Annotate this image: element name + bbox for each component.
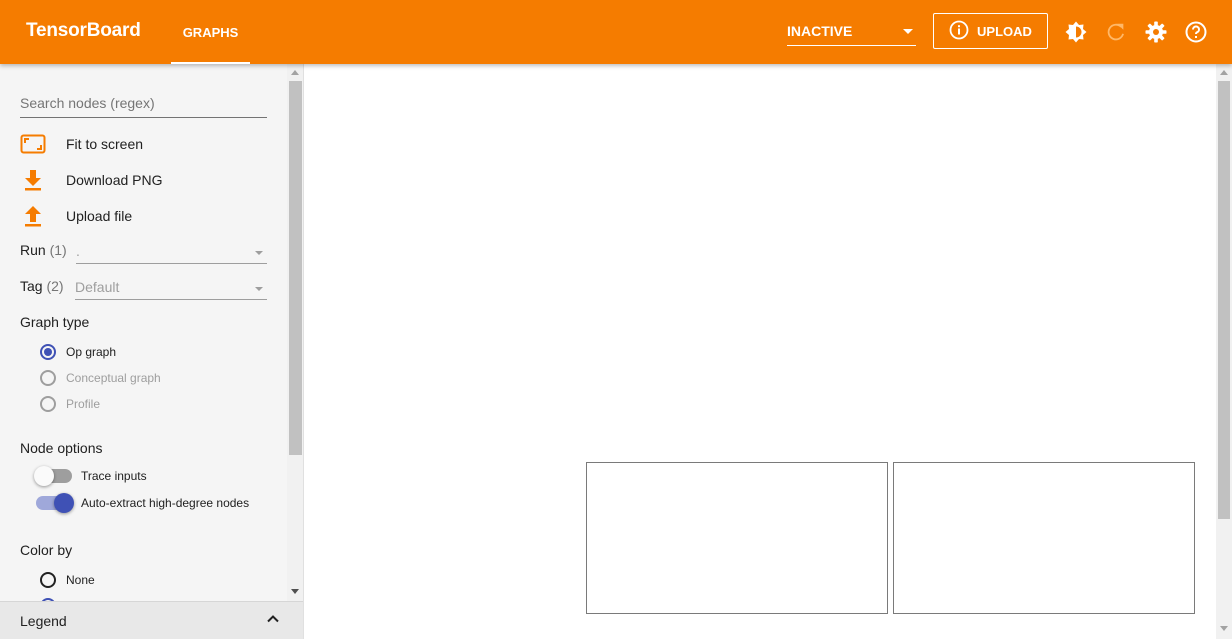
toggle-trace-inputs[interactable]: Trace inputs bbox=[34, 466, 147, 486]
tab-graphs-label: GRAPHS bbox=[182, 24, 239, 40]
run-status-value: INACTIVE bbox=[787, 23, 853, 39]
refresh-icon[interactable] bbox=[1104, 20, 1128, 44]
run-label: Run (1) bbox=[20, 242, 67, 258]
upload-button[interactable]: UPLOAD bbox=[933, 13, 1048, 49]
upload-file-button[interactable]: Upload file bbox=[20, 203, 270, 229]
toggle-trace-inputs-label: Trace inputs bbox=[81, 469, 147, 483]
legend-toggle[interactable]: Legend bbox=[0, 601, 303, 639]
tag-count: (2) bbox=[46, 278, 64, 294]
scroll-up-arrow-icon[interactable] bbox=[1220, 70, 1228, 75]
help-icon[interactable] bbox=[1184, 20, 1208, 44]
radio-unchecked-icon bbox=[40, 572, 56, 588]
minimap-panel[interactable] bbox=[586, 462, 888, 614]
graph-type-title: Graph type bbox=[20, 314, 90, 330]
download-png-label: Download PNG bbox=[66, 172, 163, 188]
radio-profile[interactable]: Profile bbox=[40, 396, 100, 412]
fit-to-screen-label: Fit to screen bbox=[66, 136, 144, 152]
tag-label: Tag (2) bbox=[20, 278, 64, 294]
radio-unchecked-icon bbox=[40, 370, 56, 386]
run-value: . bbox=[76, 243, 80, 259]
radio-op-graph[interactable]: Op graph bbox=[40, 344, 116, 360]
scroll-up-arrow-icon[interactable] bbox=[291, 70, 299, 75]
radio-unchecked-icon bbox=[40, 396, 56, 412]
color-by-title: Color by bbox=[20, 542, 73, 558]
settings-icon[interactable] bbox=[1144, 20, 1168, 44]
node-options-title: Node options bbox=[20, 440, 103, 456]
legend-label: Legend bbox=[20, 613, 67, 629]
radio-conceptual-graph[interactable]: Conceptual graph bbox=[40, 370, 161, 386]
scroll-down-arrow-icon[interactable] bbox=[291, 589, 299, 594]
tab-graphs[interactable]: GRAPHS bbox=[171, 0, 250, 64]
search-placeholder: Search nodes (regex) bbox=[20, 95, 155, 111]
tag-label-text: Tag bbox=[20, 278, 43, 294]
radio-conceptual-graph-label: Conceptual graph bbox=[66, 371, 161, 385]
sidebar-scrollbar-thumb[interactable] bbox=[289, 81, 302, 455]
toggle-track bbox=[34, 466, 72, 486]
app-header: TensorBoard GRAPHS INACTIVE UPLOAD bbox=[0, 0, 1232, 64]
tag-dropdown[interactable]: Default bbox=[75, 276, 267, 300]
chevron-down-icon bbox=[255, 251, 263, 255]
radio-color-none-label: None bbox=[66, 573, 95, 587]
fit-screen-icon bbox=[20, 131, 46, 157]
fit-to-screen-button[interactable]: Fit to screen bbox=[20, 131, 270, 157]
toggle-auto-extract-label: Auto-extract high-degree nodes bbox=[81, 496, 250, 510]
active-tab-indicator bbox=[171, 62, 250, 64]
upload-icon bbox=[20, 203, 46, 229]
search-input[interactable]: Search nodes (regex) bbox=[20, 92, 267, 118]
run-dropdown[interactable]: . bbox=[76, 240, 267, 264]
app-title: TensorBoard bbox=[26, 20, 141, 41]
upload-file-label: Upload file bbox=[66, 208, 133, 224]
chevron-up-icon bbox=[266, 612, 280, 629]
toggle-auto-extract[interactable]: Auto-extract high-degree nodes bbox=[36, 493, 249, 513]
radio-checked-icon bbox=[40, 344, 56, 360]
radio-color-none[interactable]: None bbox=[40, 572, 95, 588]
dropdown-caret-icon bbox=[903, 29, 913, 34]
download-icon bbox=[20, 167, 46, 193]
toggle-track bbox=[36, 493, 74, 513]
radio-profile-label: Profile bbox=[66, 397, 101, 411]
run-count: (1) bbox=[49, 242, 67, 258]
run-label-text: Run bbox=[20, 242, 46, 258]
toggle-knob bbox=[54, 493, 74, 513]
graph-canvas[interactable] bbox=[304, 64, 1232, 639]
chevron-down-icon bbox=[255, 287, 263, 291]
scroll-down-arrow-icon[interactable] bbox=[1220, 626, 1228, 631]
minimap-panel[interactable] bbox=[893, 462, 1195, 614]
toggle-knob bbox=[34, 466, 54, 486]
main-scrollbar-thumb[interactable] bbox=[1218, 81, 1230, 519]
brightness-icon[interactable] bbox=[1064, 20, 1088, 44]
download-png-button[interactable]: Download PNG bbox=[20, 167, 270, 193]
radio-op-graph-label: Op graph bbox=[66, 345, 117, 359]
info-icon bbox=[949, 20, 969, 43]
upload-button-label: UPLOAD bbox=[977, 23, 1032, 39]
tag-value: Default bbox=[75, 279, 120, 295]
sidebar: Search nodes (regex) Fit to screen Downl… bbox=[0, 64, 304, 639]
run-status-dropdown[interactable]: INACTIVE bbox=[787, 20, 916, 46]
